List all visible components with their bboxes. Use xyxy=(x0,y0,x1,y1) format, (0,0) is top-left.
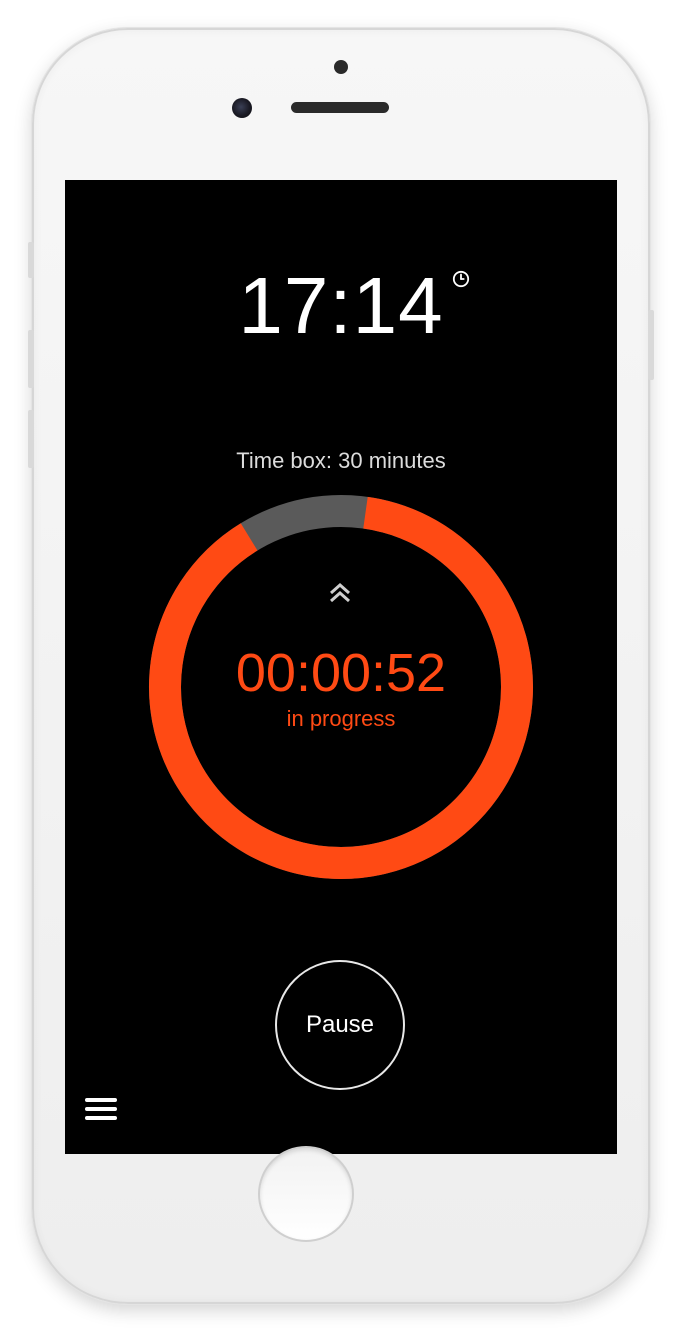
double-chevron-up-icon[interactable] xyxy=(327,582,353,604)
pause-button-label: Pause xyxy=(305,1011,375,1038)
current-time-label: 17:14 xyxy=(238,261,444,350)
menu-line xyxy=(85,1116,117,1120)
front-camera xyxy=(232,98,252,118)
alarm-clock-icon xyxy=(452,270,469,288)
earpiece-speaker xyxy=(291,102,389,113)
menu-line xyxy=(85,1107,117,1111)
home-button[interactable] xyxy=(258,1146,354,1242)
pause-button[interactable]: Pause xyxy=(275,960,405,1090)
menu-line xyxy=(85,1098,117,1102)
hamburger-menu-icon[interactable] xyxy=(85,1098,119,1124)
elapsed-time: 00:00:52 xyxy=(235,643,447,703)
current-time: 17:14 xyxy=(65,266,617,346)
volume-up-button xyxy=(28,330,34,388)
app-screen: 17:14 Time box: 30 minutes 00:00:52 in p… xyxy=(65,180,617,1154)
power-button xyxy=(648,310,654,380)
volume-down-button xyxy=(28,410,34,468)
timebox-label: Time box: 30 minutes xyxy=(236,448,446,473)
proximity-sensor xyxy=(334,60,348,74)
mute-switch xyxy=(28,242,34,278)
timer-status: in progress xyxy=(286,706,396,731)
